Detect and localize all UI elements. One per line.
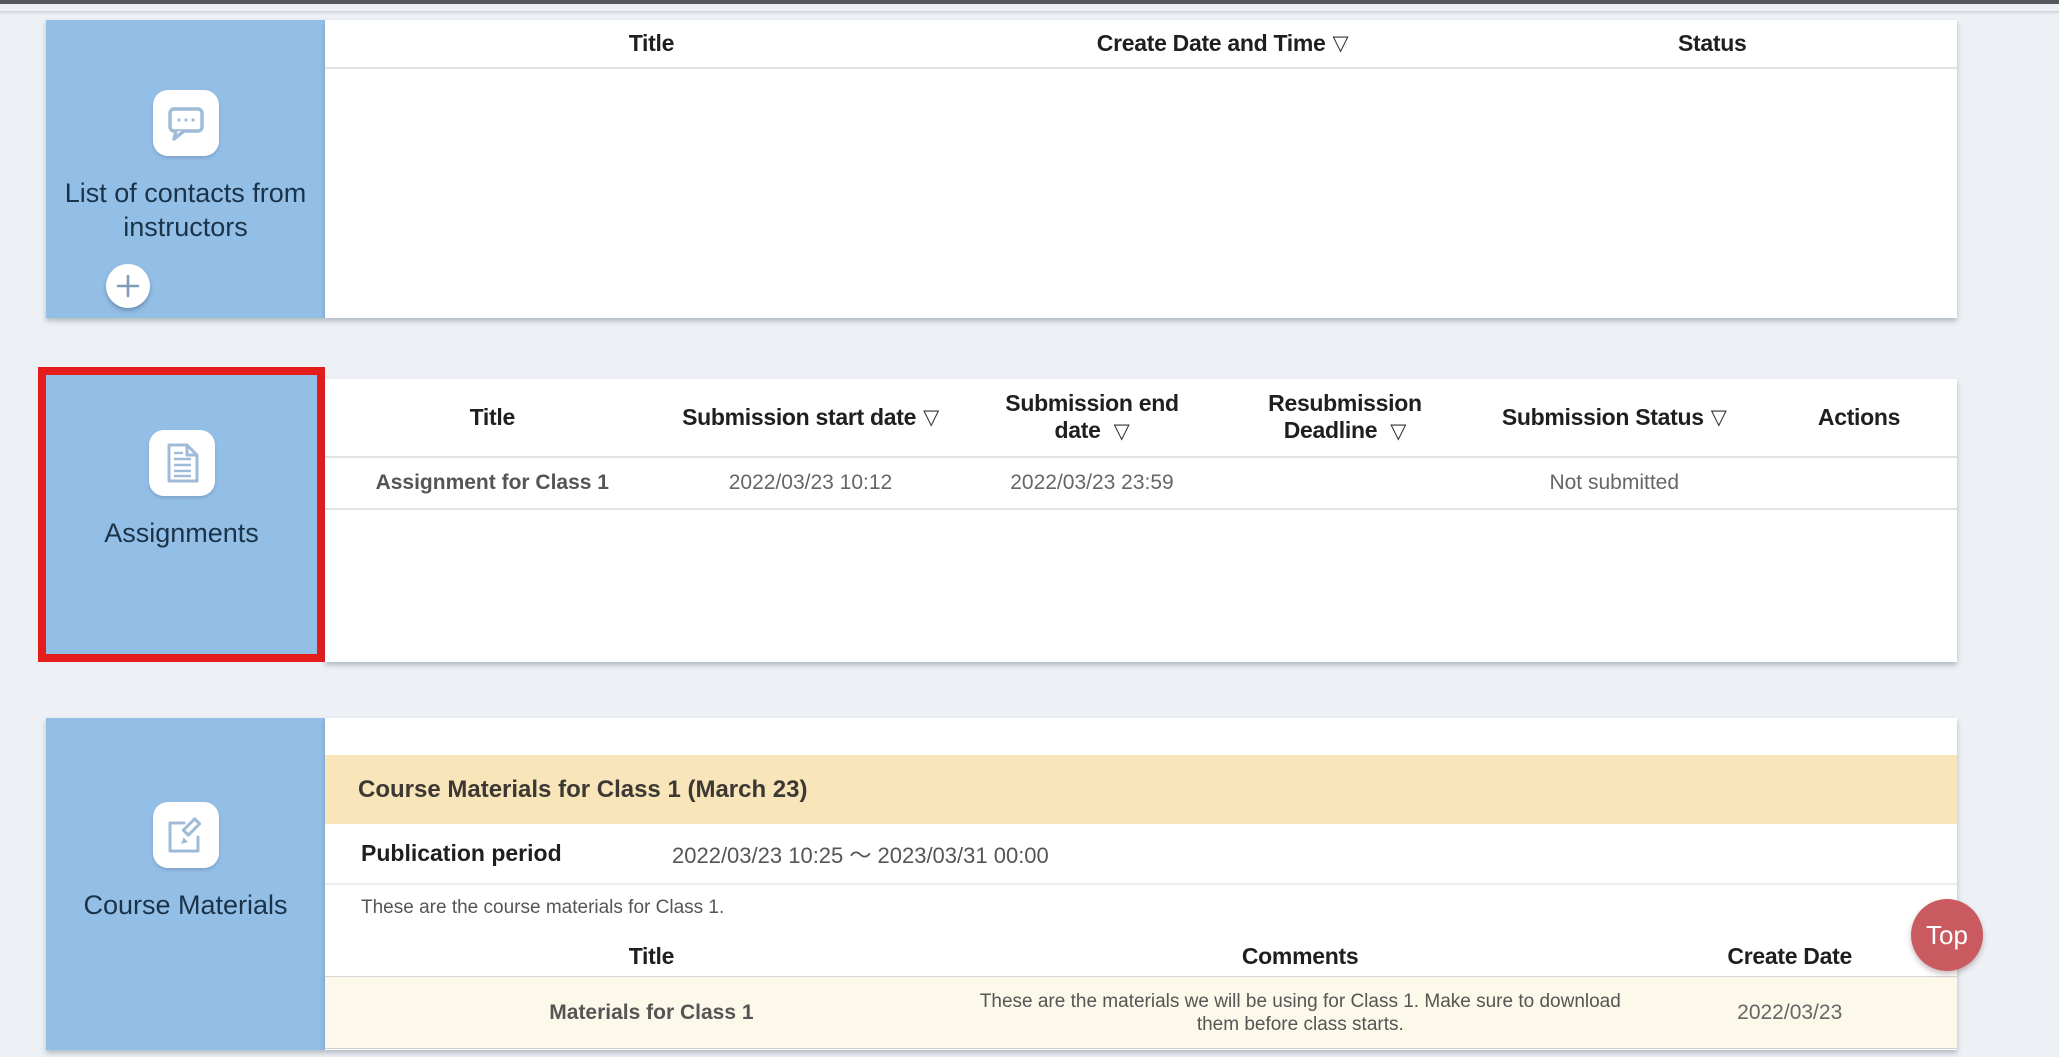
column-header-submission-start[interactable]: Submission start date ▽ (660, 404, 962, 431)
plus-icon (115, 273, 141, 299)
material-description: These are the course materials for Class… (325, 885, 1957, 937)
material-file-title[interactable]: Materials for Class 1 (325, 1001, 978, 1025)
course-materials-section: Course Materials Course Materials for Cl… (46, 718, 1957, 1050)
chat-bubble-icon (153, 90, 219, 156)
sidebar-item-label: List of contacts from instructors (46, 176, 325, 244)
publication-period-value: 2022/03/23 10:25 ～ 2023/03/31 00:00 (672, 838, 1049, 870)
contacts-table-header-row: Title Create Date and Time ▽ Status (325, 20, 1957, 69)
column-header-actions: Actions (1761, 404, 1957, 431)
sort-descending-icon[interactable]: ▽ (1114, 420, 1130, 443)
sidebar-item-label: Course Materials (73, 888, 297, 922)
assignments-table-header-row: Title Submission start date ▽ Submission… (325, 379, 1957, 458)
assignment-submission-status: Not submitted (1467, 471, 1761, 495)
assignments-highlight-border: Assignments (38, 367, 325, 662)
material-comments-cell: These are the materials we will be using… (978, 990, 1623, 1036)
assignment-start-date: 2022/03/23 10:12 (660, 471, 962, 495)
assignments-section: Assignments Title Submission start date … (38, 373, 1957, 662)
spacer (325, 718, 1957, 755)
sort-descending-icon[interactable]: ▽ (1711, 404, 1727, 431)
column-header-create-date[interactable]: Create Date and Time ▽ (978, 30, 1468, 57)
add-contact-button[interactable] (106, 264, 150, 308)
material-title: Course Materials for Class 1 (March 23) (358, 776, 808, 804)
material-title-bar[interactable]: Course Materials for Class 1 (March 23) (325, 755, 1957, 824)
cutoff-section-shadow (0, 11, 2059, 15)
sort-descending-icon[interactable]: ▽ (1333, 30, 1349, 57)
column-header-title: Title (325, 404, 660, 431)
publication-period-label: Publication period (361, 840, 672, 867)
material-row: Materials for Class 1 These are the mate… (325, 976, 1957, 1049)
assignments-table: Title Submission start date ▽ Submission… (325, 379, 1957, 662)
contacts-table: Title Create Date and Time ▽ Status (325, 20, 1957, 318)
column-header-status: Status (1467, 30, 1957, 57)
column-header-comments: Comments (978, 943, 1623, 970)
sidebar-item-course-materials[interactable]: Course Materials (46, 718, 325, 1050)
material-create-date: 2022/03/23 (1622, 1001, 1957, 1025)
material-comments: These are the materials we will be using… (978, 990, 1623, 1036)
edit-pencil-icon (153, 802, 219, 868)
sidebar-item-assignments[interactable]: Assignments (94, 516, 269, 550)
document-icon (149, 430, 215, 496)
sidebar-item-contacts[interactable]: List of contacts from instructors (46, 20, 325, 318)
assignment-end-date: 2022/03/23 23:59 (961, 471, 1222, 495)
sort-descending-icon[interactable]: ▽ (923, 404, 939, 431)
scroll-to-top-button[interactable]: Top (1911, 899, 1983, 971)
contacts-section: List of contacts from instructors Title … (46, 20, 1957, 318)
assignment-title[interactable]: Assignment for Class 1 (325, 471, 660, 495)
column-header-resubmission-deadline[interactable]: Resubmission Deadline ▽ (1223, 390, 1468, 445)
column-header-create-date: Create Date (1622, 943, 1957, 970)
column-header-submission-status[interactable]: Submission Status ▽ (1467, 404, 1761, 431)
course-material-card: Course Materials for Class 1 (March 23) … (325, 718, 1957, 1050)
materials-table-header-row: Title Comments Create Date (325, 937, 1957, 976)
publication-period-row: Publication period 2022/03/23 10:25 ～ 20… (325, 824, 1957, 885)
browser-top-strip (0, 0, 2059, 4)
column-header-submission-end[interactable]: Submission end date ▽ (961, 390, 1222, 445)
column-header-title: Title (325, 30, 978, 57)
sort-descending-icon[interactable]: ▽ (1390, 420, 1406, 443)
column-header-title: Title (325, 943, 978, 970)
assignment-row: Assignment for Class 1 2022/03/23 10:12 … (325, 458, 1957, 510)
